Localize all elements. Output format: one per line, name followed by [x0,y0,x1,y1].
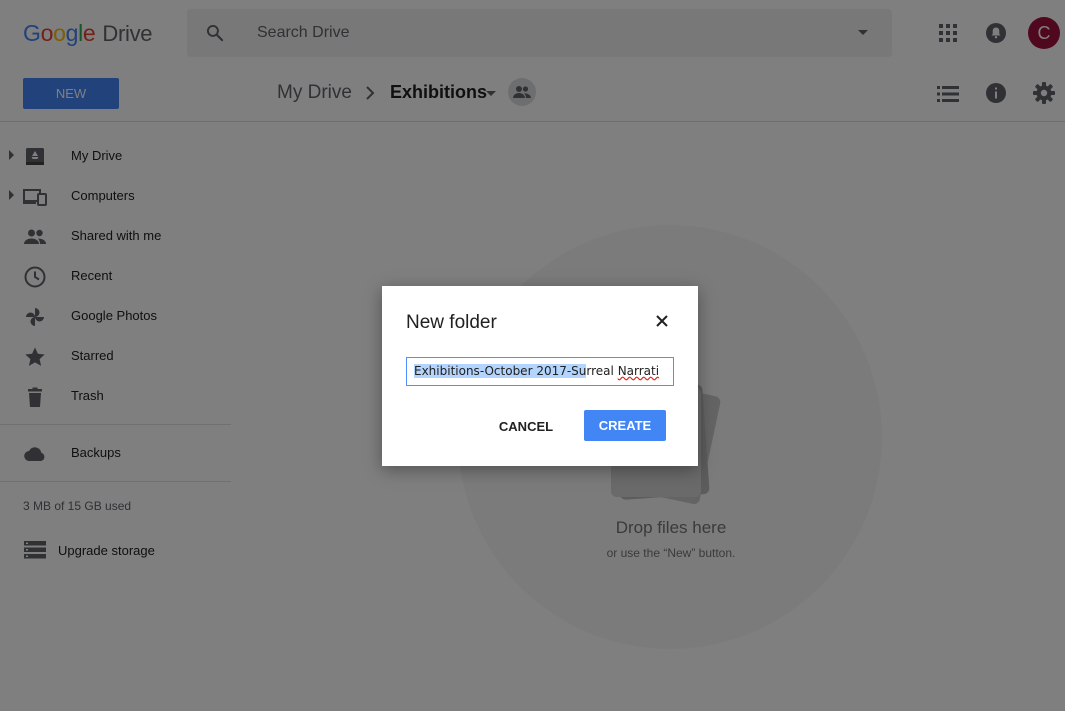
misspelled-text: Narrati [617,364,660,378]
create-button[interactable]: CREATE [584,410,666,441]
folder-name-input[interactable]: Exhibitions-October 2017-Surreal Narrati [406,357,674,386]
selected-text: Exhibitions-October 2017-Su [414,364,587,378]
cancel-button[interactable]: CANCEL [488,410,564,442]
dialog-title: New folder [406,312,497,333]
input-text: rreal [586,364,618,378]
close-icon[interactable] [655,314,669,328]
new-folder-dialog: New folder Exhibitions-October 2017-Surr… [382,286,698,466]
